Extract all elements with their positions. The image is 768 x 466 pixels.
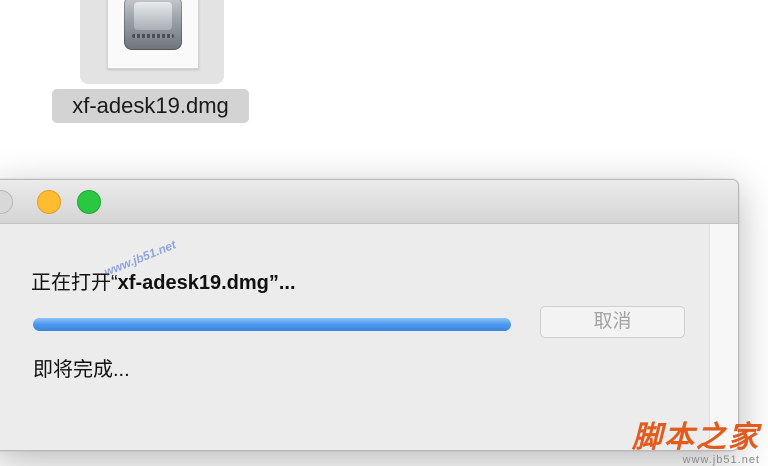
disk-image-icon: [124, 0, 182, 50]
disk-label-plate: [134, 2, 172, 30]
message-prefix: 正在打开“: [31, 272, 118, 294]
brand-name: 脚本之家: [632, 420, 760, 455]
file-icon-tile[interactable]: [80, 0, 224, 84]
message-file-name: xf-adesk19.dmg: [117, 272, 269, 294]
zoom-window-button[interactable]: [77, 190, 101, 214]
status-text: 即将完成...: [33, 359, 130, 381]
title-bar[interactable]: [0, 180, 738, 224]
file-document: [107, 0, 199, 69]
brand-watermark: 脚本之家 www.jb51.net: [632, 412, 760, 466]
opening-dialog: 正在打开“xf-adesk19.dmg”... 取消 即将完成...: [0, 179, 739, 451]
disk-vent: [132, 34, 174, 38]
file-name-label[interactable]: xf-adesk19.dmg: [52, 89, 249, 123]
progress-bar-fill: [33, 318, 511, 331]
message-suffix: ”...: [268, 272, 296, 294]
close-window-button[interactable]: [0, 190, 13, 214]
cancel-button[interactable]: 取消: [540, 306, 685, 338]
opening-message: 正在打开“xf-adesk19.dmg”...: [31, 266, 296, 295]
progress-bar: [33, 318, 511, 331]
minimize-window-button[interactable]: [37, 190, 61, 214]
